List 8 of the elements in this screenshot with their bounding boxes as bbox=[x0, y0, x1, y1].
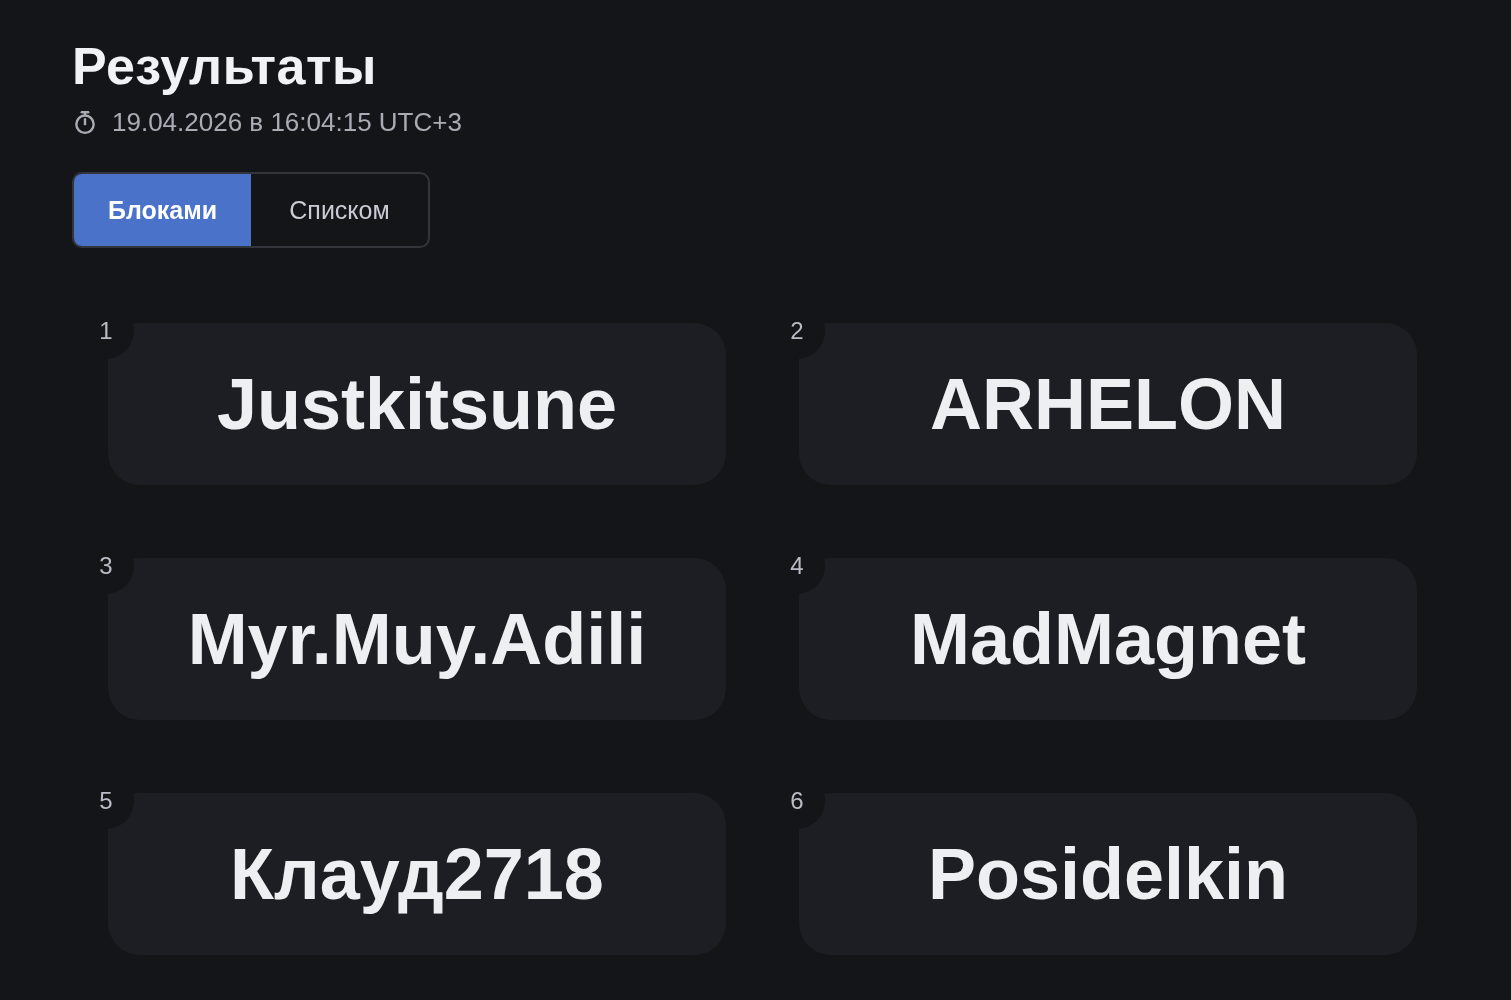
player-name: ARHELON bbox=[930, 368, 1286, 440]
view-tab[interactable]: Блоками bbox=[74, 174, 251, 246]
player-name: Posidelkin bbox=[927, 838, 1289, 910]
timestamp: 19.04.2026 в 16:04:15 UTC+3 bbox=[112, 106, 462, 138]
stopwatch-icon bbox=[72, 109, 98, 135]
page-title: Результаты bbox=[72, 36, 378, 97]
player-name: Justkitsune bbox=[216, 368, 618, 440]
view-tab[interactable]: Списком bbox=[251, 174, 428, 246]
